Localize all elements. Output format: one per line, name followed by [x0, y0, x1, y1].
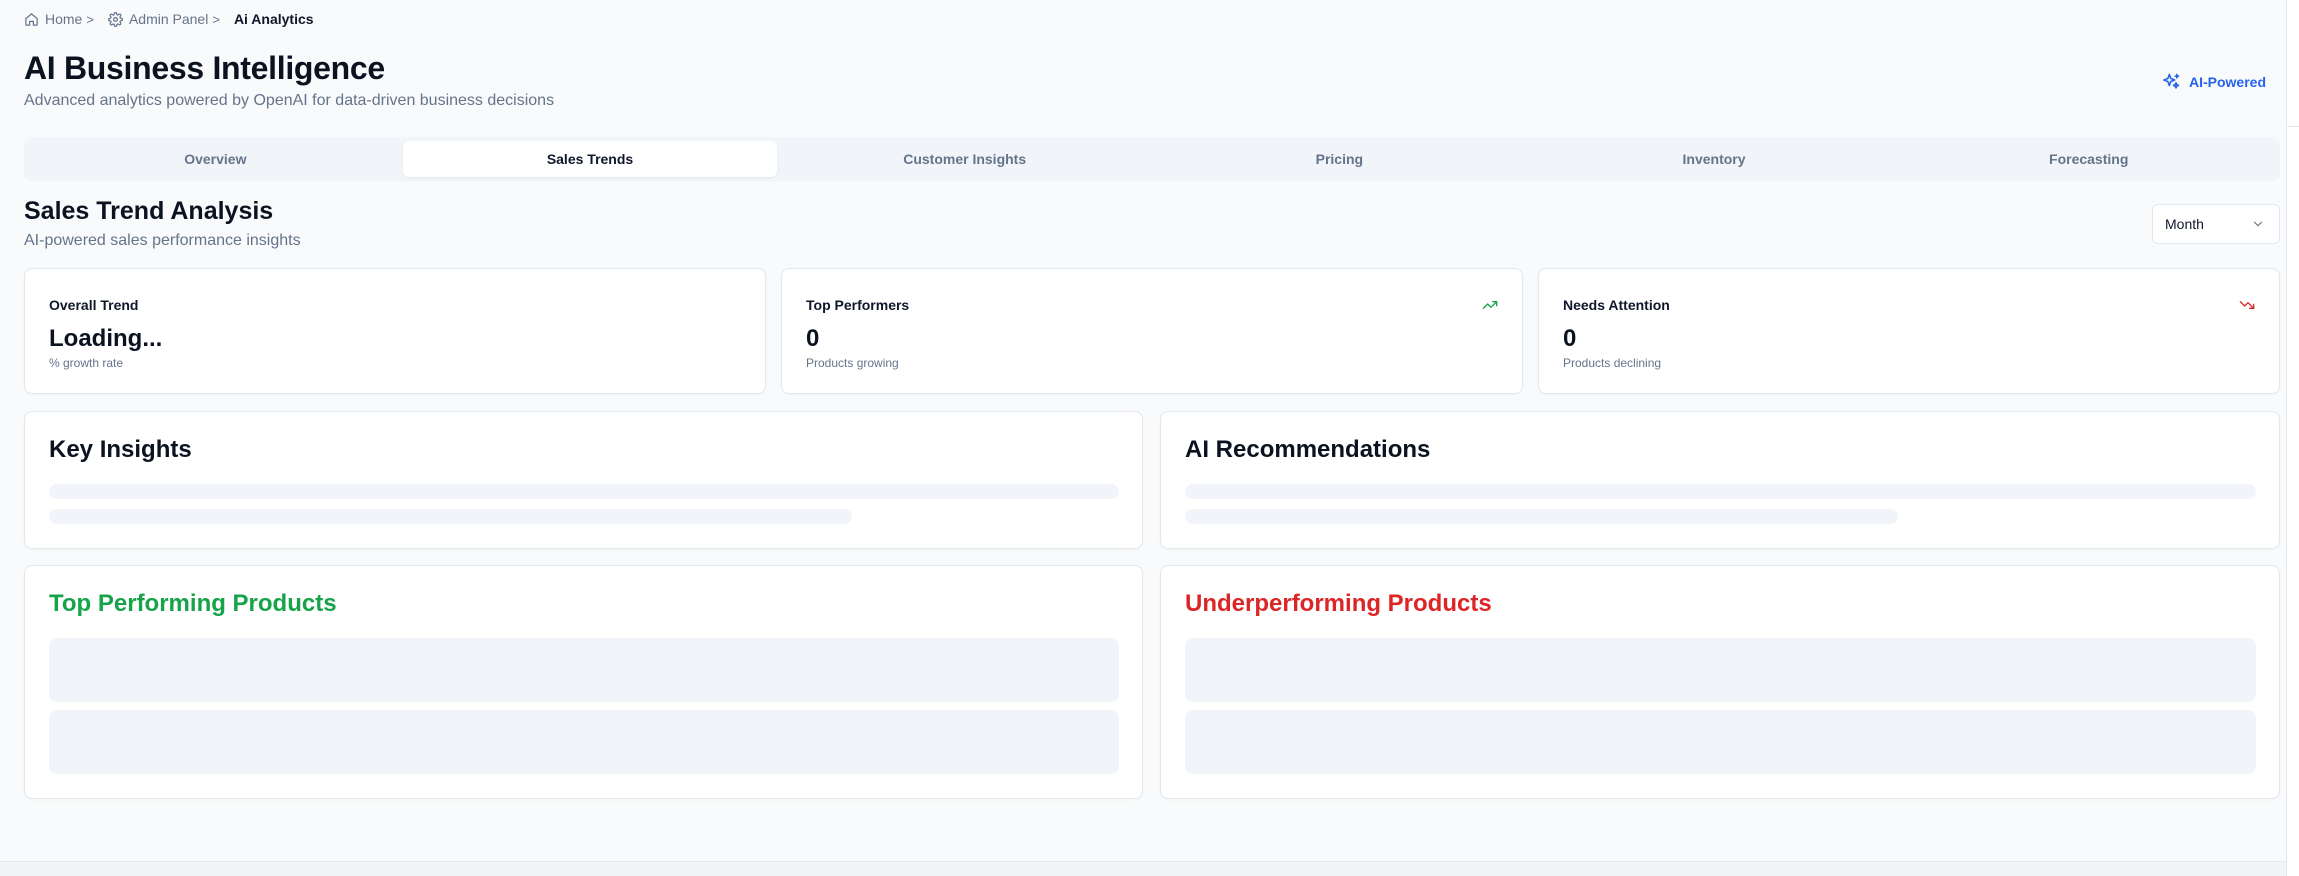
stat-value: 0	[1563, 325, 1577, 352]
underperforming-products-title: Underperforming Products	[1185, 590, 1492, 617]
stat-value: 0	[806, 325, 820, 352]
stat-card-needs-attention: Needs Attention 0 Products declining	[1538, 268, 2280, 394]
tab-overview[interactable]: Overview	[28, 141, 403, 177]
trending-down-icon	[2239, 301, 2255, 309]
key-insights-title: Key Insights	[49, 436, 192, 463]
stat-note: Products growing	[806, 356, 899, 370]
breadcrumb-admin-label: Admin Panel	[128, 11, 209, 27]
sparkles-icon	[2163, 73, 2180, 89]
skeleton-row	[49, 638, 1119, 702]
skeleton-line	[49, 484, 1119, 499]
page-subtitle: Advanced analytics powered by OpenAI for…	[24, 92, 555, 109]
main-content: Home > Admin Panel > Ai Analytics AI Bus…	[0, 0, 2286, 862]
section-title: Sales Trend Analysis	[24, 197, 274, 225]
chevron-right-icon: >	[86, 11, 94, 27]
home-icon	[25, 12, 38, 26]
stat-title: Top Performers	[806, 297, 910, 313]
breadcrumb-home[interactable]: Home	[24, 11, 82, 27]
page-title: AI Business Intelligence	[24, 50, 385, 86]
stat-note: Products declining	[1563, 356, 1662, 370]
page-footer-edge	[0, 862, 2286, 876]
breadcrumb-current: Ai Analytics	[233, 11, 314, 27]
ai-powered-label: AI-Powered	[2188, 74, 2266, 90]
skeleton-line	[1185, 509, 1898, 524]
tab-pricing[interactable]: Pricing	[1152, 141, 1527, 177]
breadcrumb-admin[interactable]: Admin Panel	[108, 11, 208, 27]
top-products-title: Top Performing Products	[49, 590, 337, 617]
tab-inventory[interactable]: Inventory	[1527, 141, 1902, 177]
skeleton-row	[49, 710, 1119, 774]
skeleton-row	[1185, 638, 2256, 702]
tab-list: Overview Sales Trends Customer Insights …	[24, 137, 2280, 181]
period-select[interactable]: Month	[2152, 204, 2280, 244]
stat-title: Overall Trend	[49, 297, 139, 313]
ai-recommendations-card: AI Recommendations	[1160, 411, 2280, 549]
top-products-card: Top Performing Products	[24, 565, 1143, 799]
stat-value: Loading...	[49, 325, 163, 352]
stat-title: Needs Attention	[1563, 297, 1670, 313]
stat-card-overall-trend: Overall Trend Loading... % growth rate	[24, 268, 766, 394]
breadcrumb: Home > Admin Panel > Ai Analytics	[24, 10, 314, 28]
skeleton-row	[1185, 710, 2256, 774]
underperforming-products-card: Underperforming Products	[1160, 565, 2280, 799]
period-select-value: Month	[2165, 216, 2204, 232]
stat-card-top-performers: Top Performers 0 Products growing	[781, 268, 1523, 394]
stat-note: % growth rate	[49, 356, 124, 370]
trending-up-icon	[1482, 301, 1498, 309]
side-panel-edge	[2286, 0, 2299, 876]
key-insights-card: Key Insights	[24, 411, 1143, 549]
section-subtitle: AI-powered sales performance insights	[24, 232, 301, 249]
ai-recommendations-title: AI Recommendations	[1185, 436, 1431, 463]
chevron-right-icon: >	[212, 11, 220, 27]
breadcrumb-home-label: Home	[45, 11, 83, 27]
ai-powered-badge: AI-Powered	[2161, 72, 2266, 92]
chevron-down-icon	[2253, 221, 2263, 227]
skeleton-line	[49, 509, 852, 524]
tab-forecasting[interactable]: Forecasting	[1901, 141, 2276, 177]
tab-sales-trends[interactable]: Sales Trends	[402, 141, 778, 177]
skeleton-line	[1185, 484, 2256, 499]
gear-icon	[108, 11, 123, 27]
tab-customer-insights[interactable]: Customer Insights	[777, 141, 1152, 177]
